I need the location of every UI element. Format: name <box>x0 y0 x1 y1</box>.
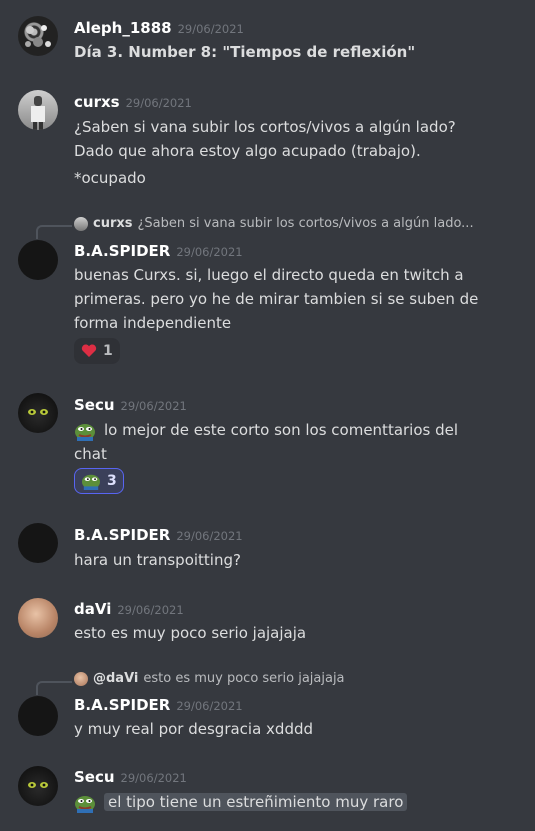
reply-preview[interactable]: @daVi esto es muy poco serio jajajaja <box>74 671 345 686</box>
reply-preview[interactable]: curxs ¿Saben si vana subir los cortos/vi… <box>74 216 474 231</box>
message-text: Día 3. Number 8: "Tiempos de reflexión" <box>74 43 416 61</box>
avatar[interactable] <box>18 766 58 806</box>
message-line: el tipo tiene un estreñimiento muy raro <box>74 790 408 814</box>
reply-text: ¿Saben si vana subir los cortos/vivos a … <box>137 216 474 231</box>
avatar[interactable] <box>18 523 58 563</box>
reply-connector <box>36 225 72 239</box>
username[interactable]: B.A.SPIDER <box>74 526 170 544</box>
pepe-emoji-icon <box>75 795 95 813</box>
reaction-button[interactable]: 3 <box>74 468 124 494</box>
message-text: hara un transpoitting? <box>74 551 241 569</box>
message-text: ¿Saben si vana subir los cortos/vivos a … <box>74 118 456 136</box>
username[interactable]: Secu <box>74 768 115 786</box>
timestamp: 29/06/2021 <box>117 603 184 617</box>
timestamp: 29/06/2021 <box>120 399 187 413</box>
message-line: lo mejor de este corto son los comenttar… <box>74 418 458 442</box>
message-text: chat <box>74 445 107 463</box>
timestamp: 29/06/2021 <box>176 529 243 543</box>
reply-avatar <box>74 216 88 231</box>
reaction-count: 1 <box>103 343 113 359</box>
pepe-emoji-icon <box>75 423 95 441</box>
avatar[interactable] <box>18 393 58 433</box>
pepe-emoji-icon <box>82 474 100 490</box>
timestamp: 29/06/2021 <box>120 771 187 785</box>
timestamp: 29/06/2021 <box>177 22 244 36</box>
reply-text: esto es muy poco serio jajajaja <box>143 671 345 686</box>
message-text: el tipo tiene un estreñimiento muy raro <box>104 793 408 811</box>
reply-connector <box>36 681 72 695</box>
reaction-button[interactable]: 1 <box>74 338 120 364</box>
message-text: Dado que ahora estoy algo acupado (traba… <box>74 142 421 160</box>
timestamp: 29/06/2021 <box>176 245 243 259</box>
heart-icon <box>81 344 97 357</box>
username[interactable]: daVi <box>74 600 111 618</box>
avatar[interactable] <box>18 240 58 280</box>
message-text: lo mejor de este corto son los comenttar… <box>104 421 459 439</box>
message-text: buenas Curxs. si, luego el directo queda… <box>74 266 464 284</box>
message-text: primeras. pero yo he de mirar tambien si… <box>74 290 479 308</box>
reply-username: @daVi <box>93 671 139 686</box>
username[interactable]: curxs <box>74 93 120 111</box>
message-text: *ocupado <box>74 169 146 187</box>
reaction-count: 3 <box>107 473 117 489</box>
message-text: forma independiente <box>74 314 232 332</box>
timestamp: 29/06/2021 <box>125 96 192 110</box>
username[interactable]: B.A.SPIDER <box>74 242 170 260</box>
reply-avatar <box>74 671 88 686</box>
avatar[interactable] <box>18 90 58 130</box>
username[interactable]: B.A.SPIDER <box>74 696 170 714</box>
username[interactable]: Secu <box>74 396 115 414</box>
reply-username: curxs <box>93 216 133 231</box>
avatar[interactable] <box>18 16 58 56</box>
timestamp: 29/06/2021 <box>176 699 243 713</box>
username[interactable]: Aleph_1888 <box>74 19 172 37</box>
avatar[interactable] <box>18 696 58 736</box>
message-text: esto es muy poco serio jajajaja <box>74 624 307 642</box>
message-text: y muy real por desgracia xdddd <box>74 720 314 738</box>
avatar[interactable] <box>18 598 58 638</box>
